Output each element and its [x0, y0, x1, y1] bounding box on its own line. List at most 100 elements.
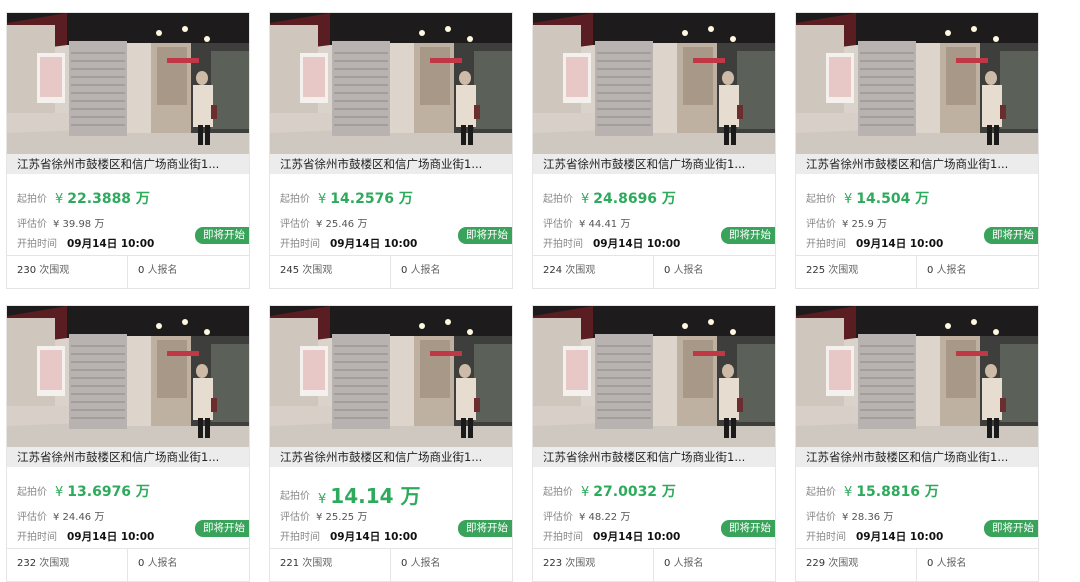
- property-photo[interactable]: [533, 13, 775, 154]
- signups-suffix: 人报名: [936, 265, 967, 276]
- estimate-label: 评估价: [17, 219, 47, 230]
- auction-card[interactable]: 江苏省徐州市鼓楼区和信广场商业街1... 起拍价 ¥24.8696 万 评估价 ¥ …: [532, 12, 776, 289]
- estimate-row: 评估价 ¥ 24.46 万: [17, 505, 104, 524]
- views-number: 224: [543, 265, 563, 276]
- start-price-row: 起拍价 ¥14.504 万: [806, 187, 929, 208]
- auction-card[interactable]: 江苏省徐州市鼓楼区和信广场商业街1... 起拍价 ¥27.0032 万 评估价 ¥ …: [532, 305, 776, 582]
- estimate-value: ¥ 28.36 万: [842, 512, 894, 523]
- views-number: 223: [543, 558, 563, 569]
- start-time-value: 09月14日 10:00: [593, 238, 681, 250]
- card-footer: 230 次围观 0 人报名: [7, 255, 249, 288]
- auction-card[interactable]: 江苏省徐州市鼓楼区和信广场商业街1... 起拍价 ¥15.8816 万 评估价 ¥ …: [795, 305, 1039, 582]
- price-unit: 万: [661, 190, 676, 207]
- start-price-label: 起拍价: [543, 487, 573, 498]
- start-time-row: 开拍时间 09月14日 10:00: [17, 232, 154, 251]
- start-price-label: 起拍价: [17, 194, 47, 205]
- estimate-row: 评估价 ¥ 39.98 万: [17, 212, 104, 231]
- card-footer: 232 次围观 0 人报名: [7, 548, 249, 581]
- start-price-label: 起拍价: [280, 491, 310, 502]
- price-number: 24.8696: [593, 190, 658, 207]
- start-time-row: 开拍时间 09月14日 10:00: [543, 525, 680, 544]
- auction-card[interactable]: 江苏省徐州市鼓楼区和信广场商业街1... 起拍价 ¥13.6976 万 评估价 ¥ …: [6, 305, 250, 582]
- start-price-label: 起拍价: [280, 194, 310, 205]
- yen-symbol: ¥: [581, 191, 590, 207]
- card-footer: 224 次围观 0 人报名: [533, 255, 775, 288]
- views-count: 230 次围观: [17, 256, 70, 288]
- signups-suffix: 人报名: [147, 558, 178, 569]
- estimate-value: ¥ 39.98 万: [53, 219, 105, 230]
- price-unit: 万: [924, 483, 939, 500]
- property-photo[interactable]: [796, 13, 1038, 154]
- status-badge: 即将开始: [984, 227, 1038, 244]
- start-price-label: 起拍价: [543, 194, 573, 205]
- card-footer: 225 次围观 0 人报名: [796, 255, 1038, 288]
- price-unit: 万: [135, 483, 150, 500]
- property-photo[interactable]: [533, 306, 775, 447]
- yen-symbol: ¥: [581, 484, 590, 500]
- estimate-label: 评估价: [806, 219, 836, 230]
- signups-number: 0: [138, 265, 145, 276]
- property-photo[interactable]: [7, 306, 249, 447]
- property-title[interactable]: 江苏省徐州市鼓楼区和信广场商业街1...: [533, 154, 775, 174]
- signups-number: 0: [401, 558, 408, 569]
- start-price-value: ¥22.3888 万: [55, 191, 150, 207]
- estimate-row: 评估价 ¥ 25.25 万: [280, 505, 367, 524]
- views-suffix: 次围观: [39, 265, 70, 276]
- start-price-row: 起拍价 ¥24.8696 万: [543, 187, 676, 208]
- views-count: 229 次围观: [806, 549, 858, 581]
- start-time-value: 09月14日 10:00: [330, 238, 418, 250]
- start-time-label: 开拍时间: [17, 239, 57, 250]
- start-price-value: ¥27.0032 万: [581, 484, 676, 500]
- start-price-value: ¥14.2576 万: [318, 191, 413, 207]
- start-price-label: 起拍价: [17, 487, 47, 498]
- start-price-value: ¥24.8696 万: [581, 191, 676, 207]
- start-price-value: ¥13.6976 万: [55, 484, 150, 500]
- signups-count: 0 人报名: [653, 549, 704, 581]
- start-time-label: 开拍时间: [806, 532, 846, 543]
- signups-suffix: 人报名: [673, 558, 704, 569]
- views-number: 232: [17, 558, 37, 569]
- start-time-label: 开拍时间: [543, 239, 583, 250]
- start-price-row: 起拍价 ¥13.6976 万: [17, 480, 150, 501]
- auction-card[interactable]: 江苏省徐州市鼓楼区和信广场商业街1... 起拍价 ¥14.2576 万 评估价 ¥ …: [269, 12, 513, 289]
- status-badge: 即将开始: [721, 227, 775, 244]
- signups-number: 0: [927, 558, 934, 569]
- signups-count: 0 人报名: [653, 256, 704, 288]
- yen-symbol: ¥: [844, 484, 853, 500]
- auction-card[interactable]: 江苏省徐州市鼓楼区和信广场商业街1... 起拍价 ¥14.504 万 评估价 ¥ 2…: [795, 12, 1039, 289]
- estimate-row: 评估价 ¥ 25.9 万: [806, 212, 887, 231]
- signups-count: 0 人报名: [916, 549, 967, 581]
- start-price-value: ¥15.8816 万: [844, 484, 939, 500]
- auction-card[interactable]: 江苏省徐州市鼓楼区和信广场商业街1... 起拍价 ¥22.3888 万 评估价 ¥ …: [6, 12, 250, 289]
- views-count: 224 次围观: [543, 256, 595, 288]
- auction-grid: 江苏省徐州市鼓楼区和信广场商业街1... 起拍价 ¥22.3888 万 评估价 ¥ …: [0, 0, 1080, 582]
- start-time-value: 09月14日 10:00: [67, 238, 155, 250]
- start-time-label: 开拍时间: [280, 239, 320, 250]
- estimate-value: ¥ 25.25 万: [316, 512, 368, 523]
- property-title[interactable]: 江苏省徐州市鼓楼区和信广场商业街1...: [7, 447, 249, 467]
- property-photo[interactable]: [270, 13, 512, 154]
- signups-suffix: 人报名: [936, 558, 967, 569]
- estimate-row: 评估价 ¥ 28.36 万: [806, 505, 893, 524]
- yen-symbol: ¥: [844, 191, 853, 207]
- property-title[interactable]: 江苏省徐州市鼓楼区和信广场商业街1...: [796, 154, 1038, 174]
- yen-symbol: ¥: [55, 484, 64, 500]
- start-price-row: 起拍价 ¥22.3888 万: [17, 187, 150, 208]
- views-count: 221 次围观: [280, 549, 332, 581]
- start-price-label: 起拍价: [806, 487, 836, 498]
- price-number: 22.3888: [67, 190, 132, 207]
- signups-number: 0: [664, 558, 671, 569]
- property-title[interactable]: 江苏省徐州市鼓楼区和信广场商业街1...: [533, 447, 775, 467]
- status-badge: 即将开始: [458, 520, 512, 537]
- property-title[interactable]: 江苏省徐州市鼓楼区和信广场商业街1...: [796, 447, 1038, 467]
- property-photo[interactable]: [7, 13, 249, 154]
- auction-card[interactable]: 江苏省徐州市鼓楼区和信广场商业街1... 起拍价 ¥14.14 万 评估价 ¥ 25…: [269, 305, 513, 582]
- property-title[interactable]: 江苏省徐州市鼓楼区和信广场商业街1...: [7, 154, 249, 174]
- property-title[interactable]: 江苏省徐州市鼓楼区和信广场商业街1...: [270, 447, 512, 467]
- property-photo[interactable]: [796, 306, 1038, 447]
- property-photo[interactable]: [270, 306, 512, 447]
- views-number: 221: [280, 558, 300, 569]
- card-footer: 229 次围观 0 人报名: [796, 548, 1038, 581]
- property-title[interactable]: 江苏省徐州市鼓楼区和信广场商业街1...: [270, 154, 512, 174]
- price-number: 13.6976: [67, 483, 132, 500]
